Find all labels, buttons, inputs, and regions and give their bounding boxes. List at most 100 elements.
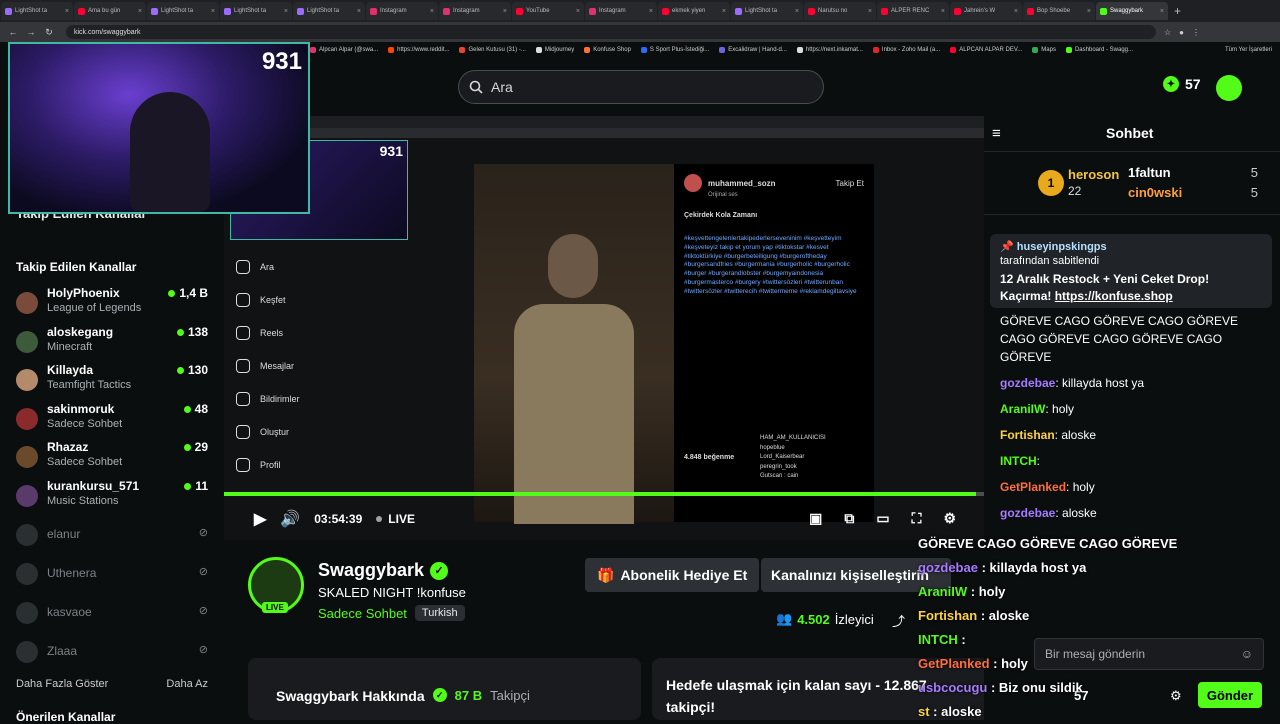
user-avatar[interactable] <box>1216 75 1242 101</box>
close-tab-icon[interactable]: × <box>649 8 653 15</box>
bookmark-item[interactable]: Dashboard - Swagg... <box>1065 47 1133 53</box>
browser-tab[interactable]: Jahrein's W × <box>950 2 1022 20</box>
kicks-balance[interactable]: ✦ 57 <box>1163 76 1201 92</box>
share-icon[interactable]: ⤴ <box>892 611 905 630</box>
leader-name[interactable]: heroson <box>1068 167 1119 182</box>
browser-tab[interactable]: ALPER RENC × <box>877 2 949 20</box>
profile-icon[interactable]: ● <box>1179 28 1184 37</box>
menu-icon[interactable]: ⋮ <box>1192 28 1200 37</box>
offline-channel[interactable]: Zlaaa ⊘ <box>16 635 212 671</box>
close-tab-icon[interactable]: × <box>503 8 507 15</box>
browser-tab[interactable]: Swaggybark × <box>1096 2 1168 20</box>
followed-channel[interactable]: kurankursu_571 Music Stations 11 <box>16 479 212 515</box>
url-field[interactable]: kick.com/swaggybark <box>66 25 1156 39</box>
video-player[interactable]: 931 Ara Keşfet Reels Mesajlar Bildirimler Olu… <box>224 116 984 540</box>
bookmark-item[interactable]: Konfuse Shop <box>584 47 631 53</box>
bookmark-item[interactable]: ALPCAN ALPAR DEV... <box>950 47 1022 53</box>
language-tag[interactable]: Turkish <box>414 605 465 621</box>
category-link[interactable]: Sadece Sohbet <box>318 606 407 621</box>
close-tab-icon[interactable]: × <box>1087 8 1091 15</box>
gift-sub-button[interactable]: 🎁 Abonelik Hediye Et <box>585 558 760 592</box>
browser-tab[interactable]: YouTube × <box>512 2 584 20</box>
followed-channel[interactable]: Rhazaz Sadece Sohbet 29 <box>16 440 212 476</box>
bookmark-item[interactable]: Gelen Kutusu (31) -... <box>459 47 526 53</box>
emoji-icon[interactable]: ☺ <box>1241 647 1253 661</box>
chat-username[interactable]: INTCH <box>1000 454 1037 468</box>
bookmark-item[interactable]: Inbox - Zoho Mail (a... <box>872 47 940 53</box>
progress-bar[interactable] <box>224 492 984 496</box>
browser-tab[interactable]: Bop Shoebe × <box>1023 2 1095 20</box>
leaderboard-row[interactable]: cin0wski 5 <box>1128 185 1258 200</box>
followed-channel[interactable]: aloskegang Minecraft 138 <box>16 325 212 361</box>
browser-tab[interactable]: Instagram × <box>439 2 511 20</box>
reload-icon[interactable]: ↻ <box>44 27 54 38</box>
close-tab-icon[interactable]: × <box>868 8 872 15</box>
pinned-link[interactable]: https://konfuse.shop <box>1055 289 1173 303</box>
browser-tab[interactable]: LightShot ta × <box>731 2 803 20</box>
browser-tab[interactable]: ekmek yiyen × <box>658 2 730 20</box>
offline-channel[interactable]: kasvaoe ⊘ <box>16 596 212 632</box>
pinned-by-user[interactable]: 📌 huseyinpskingps <box>1000 240 1262 253</box>
send-label: Gönder <box>1206 687 1254 703</box>
back-icon[interactable]: ← <box>8 27 18 37</box>
close-tab-icon[interactable]: × <box>65 8 69 15</box>
bookmark-item[interactable]: Midjourney <box>535 47 574 53</box>
bookmark-star-icon[interactable]: ☆ <box>1164 28 1171 37</box>
offline-icon: ⊘ <box>198 644 208 656</box>
bookmark-item[interactable]: Alpcan Alpar (@swa... <box>310 47 378 53</box>
close-tab-icon[interactable]: × <box>357 8 361 15</box>
browser-tab[interactable]: Instagram × <box>585 2 657 20</box>
streamer-name[interactable]: Swaggybark ✓ <box>318 560 449 581</box>
close-tab-icon[interactable]: × <box>1160 8 1164 15</box>
close-tab-icon[interactable]: × <box>941 8 945 15</box>
chat-username[interactable]: gozdebae <box>1000 506 1055 520</box>
theater-icon[interactable]: ▭ <box>876 510 889 527</box>
forward-icon[interactable]: → <box>26 27 36 37</box>
leaderboard-row[interactable]: 1faltun 5 <box>1128 165 1258 180</box>
chat-username[interactable]: Fortishan <box>1000 428 1055 442</box>
close-tab-icon[interactable]: × <box>284 8 288 15</box>
bookmark-item[interactable]: https://www.reddit... <box>388 47 449 53</box>
followed-channel[interactable]: sakinmoruk Sadece Sohbet 48 <box>16 402 212 438</box>
close-tab-icon[interactable]: × <box>138 8 142 15</box>
show-more-link[interactable]: Daha Fazla Göster <box>16 678 108 690</box>
clip-icon[interactable]: ▣ <box>809 510 822 527</box>
chat-username[interactable]: gozdebae <box>1000 376 1055 390</box>
fullscreen-icon[interactable]: ⛶ <box>912 510 922 527</box>
browser-tab[interactable]: LightShot ta × <box>220 2 292 20</box>
pip-icon[interactable]: ⧉ <box>844 510 854 527</box>
chat-text: holy <box>1072 480 1095 494</box>
new-tab-icon[interactable]: + <box>1168 4 1187 18</box>
close-tab-icon[interactable]: × <box>795 8 799 15</box>
browser-tab[interactable]: Narutsu no × <box>804 2 876 20</box>
browser-tab[interactable]: LightShot ta × <box>293 2 365 20</box>
close-tab-icon[interactable]: × <box>1014 8 1018 15</box>
send-button[interactable]: Gönder <box>1198 682 1262 708</box>
chat-username[interactable]: GetPlanked <box>1000 480 1066 494</box>
offline-channel[interactable]: Uthenera ⊘ <box>16 557 212 593</box>
close-tab-icon[interactable]: × <box>576 8 580 15</box>
chat-username[interactable]: AraniIW <box>1000 402 1045 416</box>
chat-message: gozdebae: aloske <box>1000 506 1097 520</box>
browser-tab[interactable]: LightShot ta × <box>147 2 219 20</box>
search-input[interactable]: Ara <box>458 70 824 104</box>
followed-channel[interactable]: HolyPhoenix League of Legends 1,4 B <box>16 286 212 322</box>
show-less-link[interactable]: Daha Az <box>166 678 208 690</box>
play-icon[interactable]: ▶ <box>254 509 266 529</box>
close-tab-icon[interactable]: × <box>722 8 726 15</box>
bookmark-item[interactable]: Maps <box>1032 47 1056 53</box>
collapse-chat-icon[interactable]: ≡ <box>992 125 1001 142</box>
all-bookmarks[interactable]: Tüm Yer İşaretleri <box>1225 47 1280 53</box>
browser-tab[interactable]: LightShot ta × <box>1 2 73 20</box>
bookmark-item[interactable]: https://next.inkamat... <box>796 47 863 53</box>
close-tab-icon[interactable]: × <box>211 8 215 15</box>
browser-tab[interactable]: Ama bu gün × <box>74 2 146 20</box>
volume-icon[interactable]: 🔊 <box>280 509 300 529</box>
close-tab-icon[interactable]: × <box>430 8 434 15</box>
browser-tab[interactable]: Instagram × <box>366 2 438 20</box>
settings-icon[interactable]: ⚙ <box>943 510 956 527</box>
bookmark-item[interactable]: Excalidraw | Hand-d... <box>719 47 787 53</box>
bookmark-item[interactable]: S Sport Plus-İstediği... <box>640 47 709 53</box>
offline-channel[interactable]: elanur ⊘ <box>16 518 212 554</box>
followed-channel[interactable]: Killayda Teamfight Tactics 130 <box>16 363 212 399</box>
